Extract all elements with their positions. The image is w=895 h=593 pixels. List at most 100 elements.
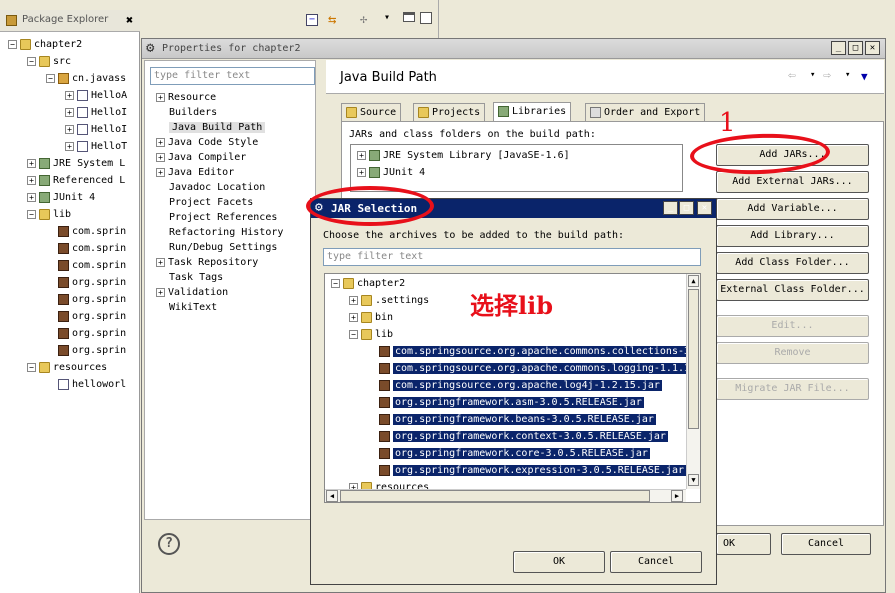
minimize-button[interactable]: _ xyxy=(831,41,846,55)
tab-order-export[interactable]: Order and Export xyxy=(585,103,706,122)
build-path-button[interactable]: Add Class Folder... xyxy=(716,252,869,274)
tree-item[interactable]: + HelloT xyxy=(65,139,127,155)
nav-item[interactable]: + Java Editor xyxy=(156,165,234,181)
build-path-button[interactable]: Add External JARs... xyxy=(716,171,869,193)
ok-button[interactable]: OK xyxy=(716,533,771,555)
view-menu-icon[interactable]: ✢ xyxy=(360,12,367,26)
tree-item[interactable]: org.sprin xyxy=(46,292,126,308)
build-path-button[interactable]: Edit... xyxy=(716,315,869,337)
tree-item[interactable]: com.sprin xyxy=(46,224,126,240)
tree-item[interactable]: helloworl xyxy=(46,377,126,393)
tree-item[interactable]: − chapter2 xyxy=(8,37,82,53)
close-button[interactable]: ✕ xyxy=(865,41,880,55)
tree-item[interactable]: org.springframework.asm-3.0.5.RELEASE.ja… xyxy=(367,395,644,411)
expand-icon[interactable]: + xyxy=(65,90,74,100)
expand-icon[interactable]: + xyxy=(65,124,74,134)
nav-item[interactable]: Task Tags xyxy=(156,270,223,286)
help-icon[interactable]: ? xyxy=(158,533,180,555)
expand-icon[interactable]: + xyxy=(156,287,165,297)
package-explorer-tab[interactable]: Package Explorer ✖ xyxy=(0,10,140,32)
nav-item[interactable]: Javadoc Location xyxy=(156,180,265,196)
minimize-view-icon[interactable] xyxy=(403,12,415,22)
nav-item[interactable]: Run/Debug Settings xyxy=(156,240,277,256)
tree-item[interactable]: − src xyxy=(27,54,71,70)
close-button[interactable]: ✕ xyxy=(697,201,712,215)
collapse-icon[interactable]: − xyxy=(331,278,340,288)
collapse-icon[interactable]: − xyxy=(46,73,55,83)
nav-item[interactable]: + Resource xyxy=(156,90,216,106)
tree-item[interactable]: + .settings xyxy=(349,293,429,309)
tree-item[interactable]: − cn.javass xyxy=(46,71,126,87)
expand-icon[interactable]: + xyxy=(156,167,165,177)
build-path-button[interactable]: Remove xyxy=(716,342,869,364)
tree-item[interactable]: org.sprin xyxy=(46,309,126,325)
maximize-view-icon[interactable] xyxy=(420,12,432,24)
nav-item[interactable]: Project Facets xyxy=(156,195,253,211)
jar-ok-button[interactable]: OK xyxy=(513,551,605,573)
nav-item[interactable]: Builders xyxy=(156,105,217,121)
tab-source[interactable]: Source xyxy=(341,103,402,122)
nav-item[interactable]: Project References xyxy=(156,210,277,226)
build-path-button[interactable]: Migrate JAR File... xyxy=(716,378,869,400)
tree-item[interactable]: com.springsource.org.apache.commons.logg… xyxy=(367,361,700,377)
tree-item[interactable]: − lib xyxy=(349,327,393,343)
list-item[interactable]: + JUnit 4 xyxy=(357,165,425,181)
tree-item[interactable]: + JUnit 4 xyxy=(27,190,95,206)
expand-icon[interactable]: + xyxy=(27,175,36,185)
tab-projects[interactable]: Projects xyxy=(413,103,486,122)
collapse-icon[interactable]: − xyxy=(27,56,36,66)
tree-item[interactable]: com.springsource.org.apache.log4j-1.2.15… xyxy=(367,378,662,394)
close-icon[interactable]: ✖ xyxy=(126,13,133,27)
cancel-button[interactable]: Cancel xyxy=(781,533,871,555)
nav-item[interactable]: Refactoring History xyxy=(156,225,283,241)
expand-icon[interactable]: + xyxy=(65,141,74,151)
nav-item[interactable]: WikiText xyxy=(156,300,217,316)
tree-item[interactable]: − chapter2 xyxy=(331,276,405,292)
nav-item[interactable]: + Java Code Style xyxy=(156,135,258,151)
collapse-icon[interactable]: − xyxy=(8,39,17,49)
vertical-scrollbar[interactable]: ▲ ▼ xyxy=(686,274,700,489)
build-path-button[interactable]: Add Variable... xyxy=(716,198,869,220)
properties-title-bar[interactable]: ⚙ Properties for chapter2 _ □ ✕ xyxy=(142,39,885,59)
expand-icon[interactable]: + xyxy=(156,137,165,147)
tree-item[interactable]: − resources xyxy=(27,360,107,376)
build-path-button[interactable]: External Class Folder... xyxy=(716,279,869,301)
collapse-icon[interactable]: − xyxy=(349,329,358,339)
jar-cancel-button[interactable]: Cancel xyxy=(610,551,702,573)
tree-item[interactable]: com.springsource.org.apache.commons.coll… xyxy=(367,344,700,360)
tree-item[interactable]: + HelloA xyxy=(65,88,127,104)
chevron-down-icon[interactable]: ▾ xyxy=(845,70,850,80)
expand-icon[interactable]: + xyxy=(156,257,165,267)
list-item[interactable]: + JRE System Library [JavaSE-1.6] xyxy=(357,148,570,164)
maximize-button[interactable]: □ xyxy=(679,201,694,215)
expand-icon[interactable]: + xyxy=(27,158,36,168)
tree-item[interactable]: + Referenced L xyxy=(27,173,125,189)
link-editor-icon[interactable]: ⇆ xyxy=(328,12,336,28)
forward-arrow-icon[interactable]: ⇨ xyxy=(823,68,831,83)
chevron-down-icon[interactable]: ▾ xyxy=(810,70,815,80)
horizontal-scrollbar[interactable]: ◀ ▶ xyxy=(325,489,686,502)
scrollbar-thumb[interactable] xyxy=(340,490,650,502)
tree-item[interactable]: org.springframework.context-3.0.5.RELEAS… xyxy=(367,429,668,445)
expand-icon[interactable]: + xyxy=(27,192,36,202)
tab-libraries[interactable]: Libraries xyxy=(493,102,572,121)
properties-filter-input[interactable]: type filter text xyxy=(150,67,315,85)
expand-icon[interactable]: + xyxy=(65,107,74,117)
tree-item[interactable]: − lib xyxy=(27,207,71,223)
tree-item[interactable]: org.sprin xyxy=(46,343,126,359)
jar-filter-input[interactable]: type filter text xyxy=(323,248,701,266)
tree-item[interactable]: + JRE System L xyxy=(27,156,125,172)
tree-item[interactable]: org.sprin xyxy=(46,275,126,291)
minimize-button[interactable]: _ xyxy=(663,201,678,215)
nav-item[interactable]: + Java Compiler xyxy=(156,150,246,166)
build-path-button[interactable]: Add Library... xyxy=(716,225,869,247)
chevron-down-icon[interactable]: ▾ xyxy=(384,12,390,23)
tree-item[interactable]: + HelloI xyxy=(65,122,127,138)
build-path-list[interactable]: + JRE System Library [JavaSE-1.6] + JUnit … xyxy=(350,144,683,192)
tree-item[interactable]: + bin xyxy=(349,310,393,326)
tree-item[interactable]: org.springframework.beans-3.0.5.RELEASE.… xyxy=(367,412,656,428)
expand-icon[interactable]: + xyxy=(349,312,358,322)
tree-item[interactable]: com.sprin xyxy=(46,258,126,274)
tree-item[interactable]: org.springframework.core-3.0.5.RELEASE.j… xyxy=(367,446,650,462)
maximize-button[interactable]: □ xyxy=(848,41,863,55)
